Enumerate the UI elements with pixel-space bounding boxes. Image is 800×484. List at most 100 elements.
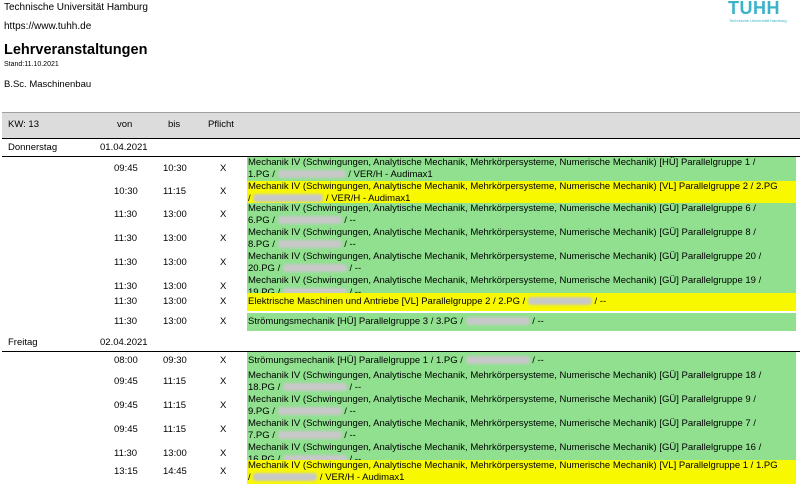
course-location: / VER/H - Audimax1 bbox=[348, 169, 433, 180]
course-location: / -- bbox=[532, 355, 544, 366]
mandatory-mark: X bbox=[220, 376, 227, 387]
column-mandatory: Pflicht bbox=[208, 119, 234, 130]
day-name: Donnerstag bbox=[8, 142, 58, 153]
table-row: 09:45 11:15 X Mechanik IV (Schwingungen, An… bbox=[0, 418, 800, 442]
course-location: / VER/H - Audimax1 bbox=[319, 472, 405, 483]
redacted-lecturer bbox=[277, 170, 346, 178]
course-location: / -- bbox=[344, 406, 356, 417]
course-group: 9.PG / bbox=[248, 406, 275, 417]
time-from: 09:45 bbox=[114, 163, 138, 174]
time-to: 13:00 bbox=[163, 448, 187, 459]
mandatory-mark: X bbox=[220, 400, 227, 411]
redacted-lecturer bbox=[277, 431, 342, 439]
table-row: 11:30 13:00 X Mechanik IV (Schwingungen, An… bbox=[0, 251, 800, 275]
tuhh-logo: TUHH Technische Universität Hamburg bbox=[728, 0, 787, 24]
table-row: 10:30 11:15 X Mechanik IV (Schwingungen, An… bbox=[0, 181, 800, 204]
course-description: Mechanik IV (Schwingungen, Analytische M… bbox=[247, 227, 796, 251]
course-group: / bbox=[248, 472, 251, 483]
table-row: 13:15 14:45 X Mechanik IV (Schwingungen, An… bbox=[0, 460, 800, 484]
course-title-line: Mechanik IV (Schwingungen, Analytische M… bbox=[248, 157, 756, 168]
day-header: Freitag 02.04.2021 bbox=[2, 334, 800, 352]
time-from: 11:30 bbox=[114, 257, 138, 268]
redacted-lecturer bbox=[465, 356, 530, 364]
time-to: 13:00 bbox=[163, 296, 187, 307]
course-description: Mechanik IV (Schwingungen, Analytische M… bbox=[247, 181, 796, 204]
day-date: 02.04.2021 bbox=[100, 337, 148, 348]
course-title-line: Mechanik IV (Schwingungen, Analytische M… bbox=[248, 442, 762, 453]
time-from: 11:30 bbox=[114, 233, 138, 244]
course-description: Strömungsmechanik [HÜ] Parallelgruppe 1 … bbox=[247, 352, 796, 370]
time-from: 13:15 bbox=[114, 466, 138, 477]
time-to: 13:00 bbox=[163, 209, 187, 220]
column-to: bis bbox=[168, 119, 181, 130]
course-group: 20.PG / bbox=[248, 263, 281, 274]
table-header: KW: 13 von bis Pflicht bbox=[2, 112, 800, 139]
page-title: Lehrveranstaltungen bbox=[4, 42, 148, 58]
course-description: Mechanik IV (Schwingungen, Analytische M… bbox=[247, 203, 796, 227]
table-row: 08:00 09:30 X Strömungsmechanik [HÜ] Parall… bbox=[0, 352, 800, 370]
table-row: 11:30 13:00 X Elektrische Maschinen und Ant… bbox=[0, 293, 800, 311]
course-title-line: Mechanik IV (Schwingungen, Analytische M… bbox=[248, 370, 762, 381]
redacted-lecturer bbox=[253, 473, 318, 481]
redacted-lecturer bbox=[527, 297, 592, 305]
course-location: / -- bbox=[594, 296, 607, 307]
course-description: Mechanik IV (Schwingungen, Analytische M… bbox=[247, 251, 796, 275]
time-from: 11:30 bbox=[114, 281, 138, 292]
course-group: 7.PG / bbox=[248, 430, 275, 441]
course-group: Elektrische Maschinen und Antriebe [VL] … bbox=[248, 296, 526, 307]
time-to: 11:15 bbox=[163, 400, 187, 411]
course-description: Mechanik IV (Schwingungen, Analytische M… bbox=[247, 460, 796, 484]
time-to: 11:15 bbox=[163, 424, 187, 435]
time-from: 10:30 bbox=[114, 186, 138, 197]
course-location: / -- bbox=[349, 263, 362, 274]
course-title-line: Mechanik IV (Schwingungen, Analytische M… bbox=[248, 275, 762, 286]
redacted-lecturer bbox=[465, 317, 530, 325]
study-program: B.Sc. Maschinenbau bbox=[4, 79, 92, 90]
table-row: 11:30 13:00 X Mechanik IV (Schwingungen, An… bbox=[0, 203, 800, 227]
redacted-lecturer bbox=[253, 194, 324, 202]
university-url[interactable]: https://www.tuhh.de bbox=[4, 21, 91, 32]
mandatory-mark: X bbox=[220, 257, 227, 268]
time-from: 08:00 bbox=[114, 355, 138, 366]
mandatory-mark: X bbox=[220, 424, 227, 435]
redacted-lecturer bbox=[277, 240, 342, 248]
course-description: Mechanik IV (Schwingungen, Analytische M… bbox=[247, 370, 796, 394]
time-to: 11:15 bbox=[163, 186, 187, 197]
mandatory-mark: X bbox=[220, 209, 227, 220]
time-to: 10:30 bbox=[163, 163, 187, 174]
course-group: Strömungsmechanik [HÜ] Parallelgruppe 1 … bbox=[248, 355, 463, 366]
logo-subtext: Technische Universität Hamburg bbox=[729, 18, 787, 23]
course-title-line: Mechanik IV (Schwingungen, Analytische M… bbox=[248, 394, 756, 405]
course-title-line: Mechanik IV (Schwingungen, Analytische M… bbox=[248, 251, 762, 262]
course-title-line: Mechanik IV (Schwingungen, Analytische M… bbox=[248, 203, 756, 214]
course-location: / -- bbox=[532, 316, 544, 327]
time-to: 13:00 bbox=[163, 281, 187, 292]
time-from: 09:45 bbox=[114, 376, 138, 387]
table-row: 09:45 11:15 X Mechanik IV (Schwingungen, An… bbox=[0, 394, 800, 418]
course-group: 6.PG / bbox=[248, 215, 275, 226]
course-group: 18.PG / bbox=[248, 382, 281, 393]
table-row: 11:30 13:00 X Mechanik IV (Schwingungen, An… bbox=[0, 227, 800, 251]
mandatory-mark: X bbox=[220, 186, 227, 197]
course-group: 1.PG / bbox=[248, 169, 275, 180]
time-from: 11:30 bbox=[114, 296, 138, 307]
course-location: / -- bbox=[344, 215, 356, 226]
university-name: Technische Universität Hamburg bbox=[4, 2, 148, 13]
course-title-line: Mechanik IV (Schwingungen, Analytische M… bbox=[248, 227, 756, 238]
course-title-line: Mechanik IV (Schwingungen, Analytische M… bbox=[248, 460, 778, 471]
table-row: 09:45 11:15 X Mechanik IV (Schwingungen, An… bbox=[0, 370, 800, 394]
table-row: 09:45 10:30 X Mechanik IV (Schwingungen, An… bbox=[0, 157, 800, 181]
logo-text: TUHH bbox=[728, 0, 780, 18]
course-location: / -- bbox=[344, 430, 356, 441]
time-to: 13:00 bbox=[163, 316, 187, 327]
day-name: Freitag bbox=[8, 337, 38, 348]
mandatory-mark: X bbox=[220, 296, 227, 307]
time-from: 11:30 bbox=[114, 316, 138, 327]
time-from: 09:45 bbox=[114, 400, 138, 411]
course-description: Mechanik IV (Schwingungen, Analytische M… bbox=[247, 418, 796, 442]
course-description: Strömungsmechanik [HÜ] Parallelgruppe 3 … bbox=[247, 313, 796, 331]
course-title-line: Mechanik IV (Schwingungen, Analytische M… bbox=[248, 418, 756, 429]
mandatory-mark: X bbox=[220, 316, 227, 327]
time-from: 11:30 bbox=[114, 209, 138, 220]
time-to: 14:45 bbox=[163, 466, 187, 477]
